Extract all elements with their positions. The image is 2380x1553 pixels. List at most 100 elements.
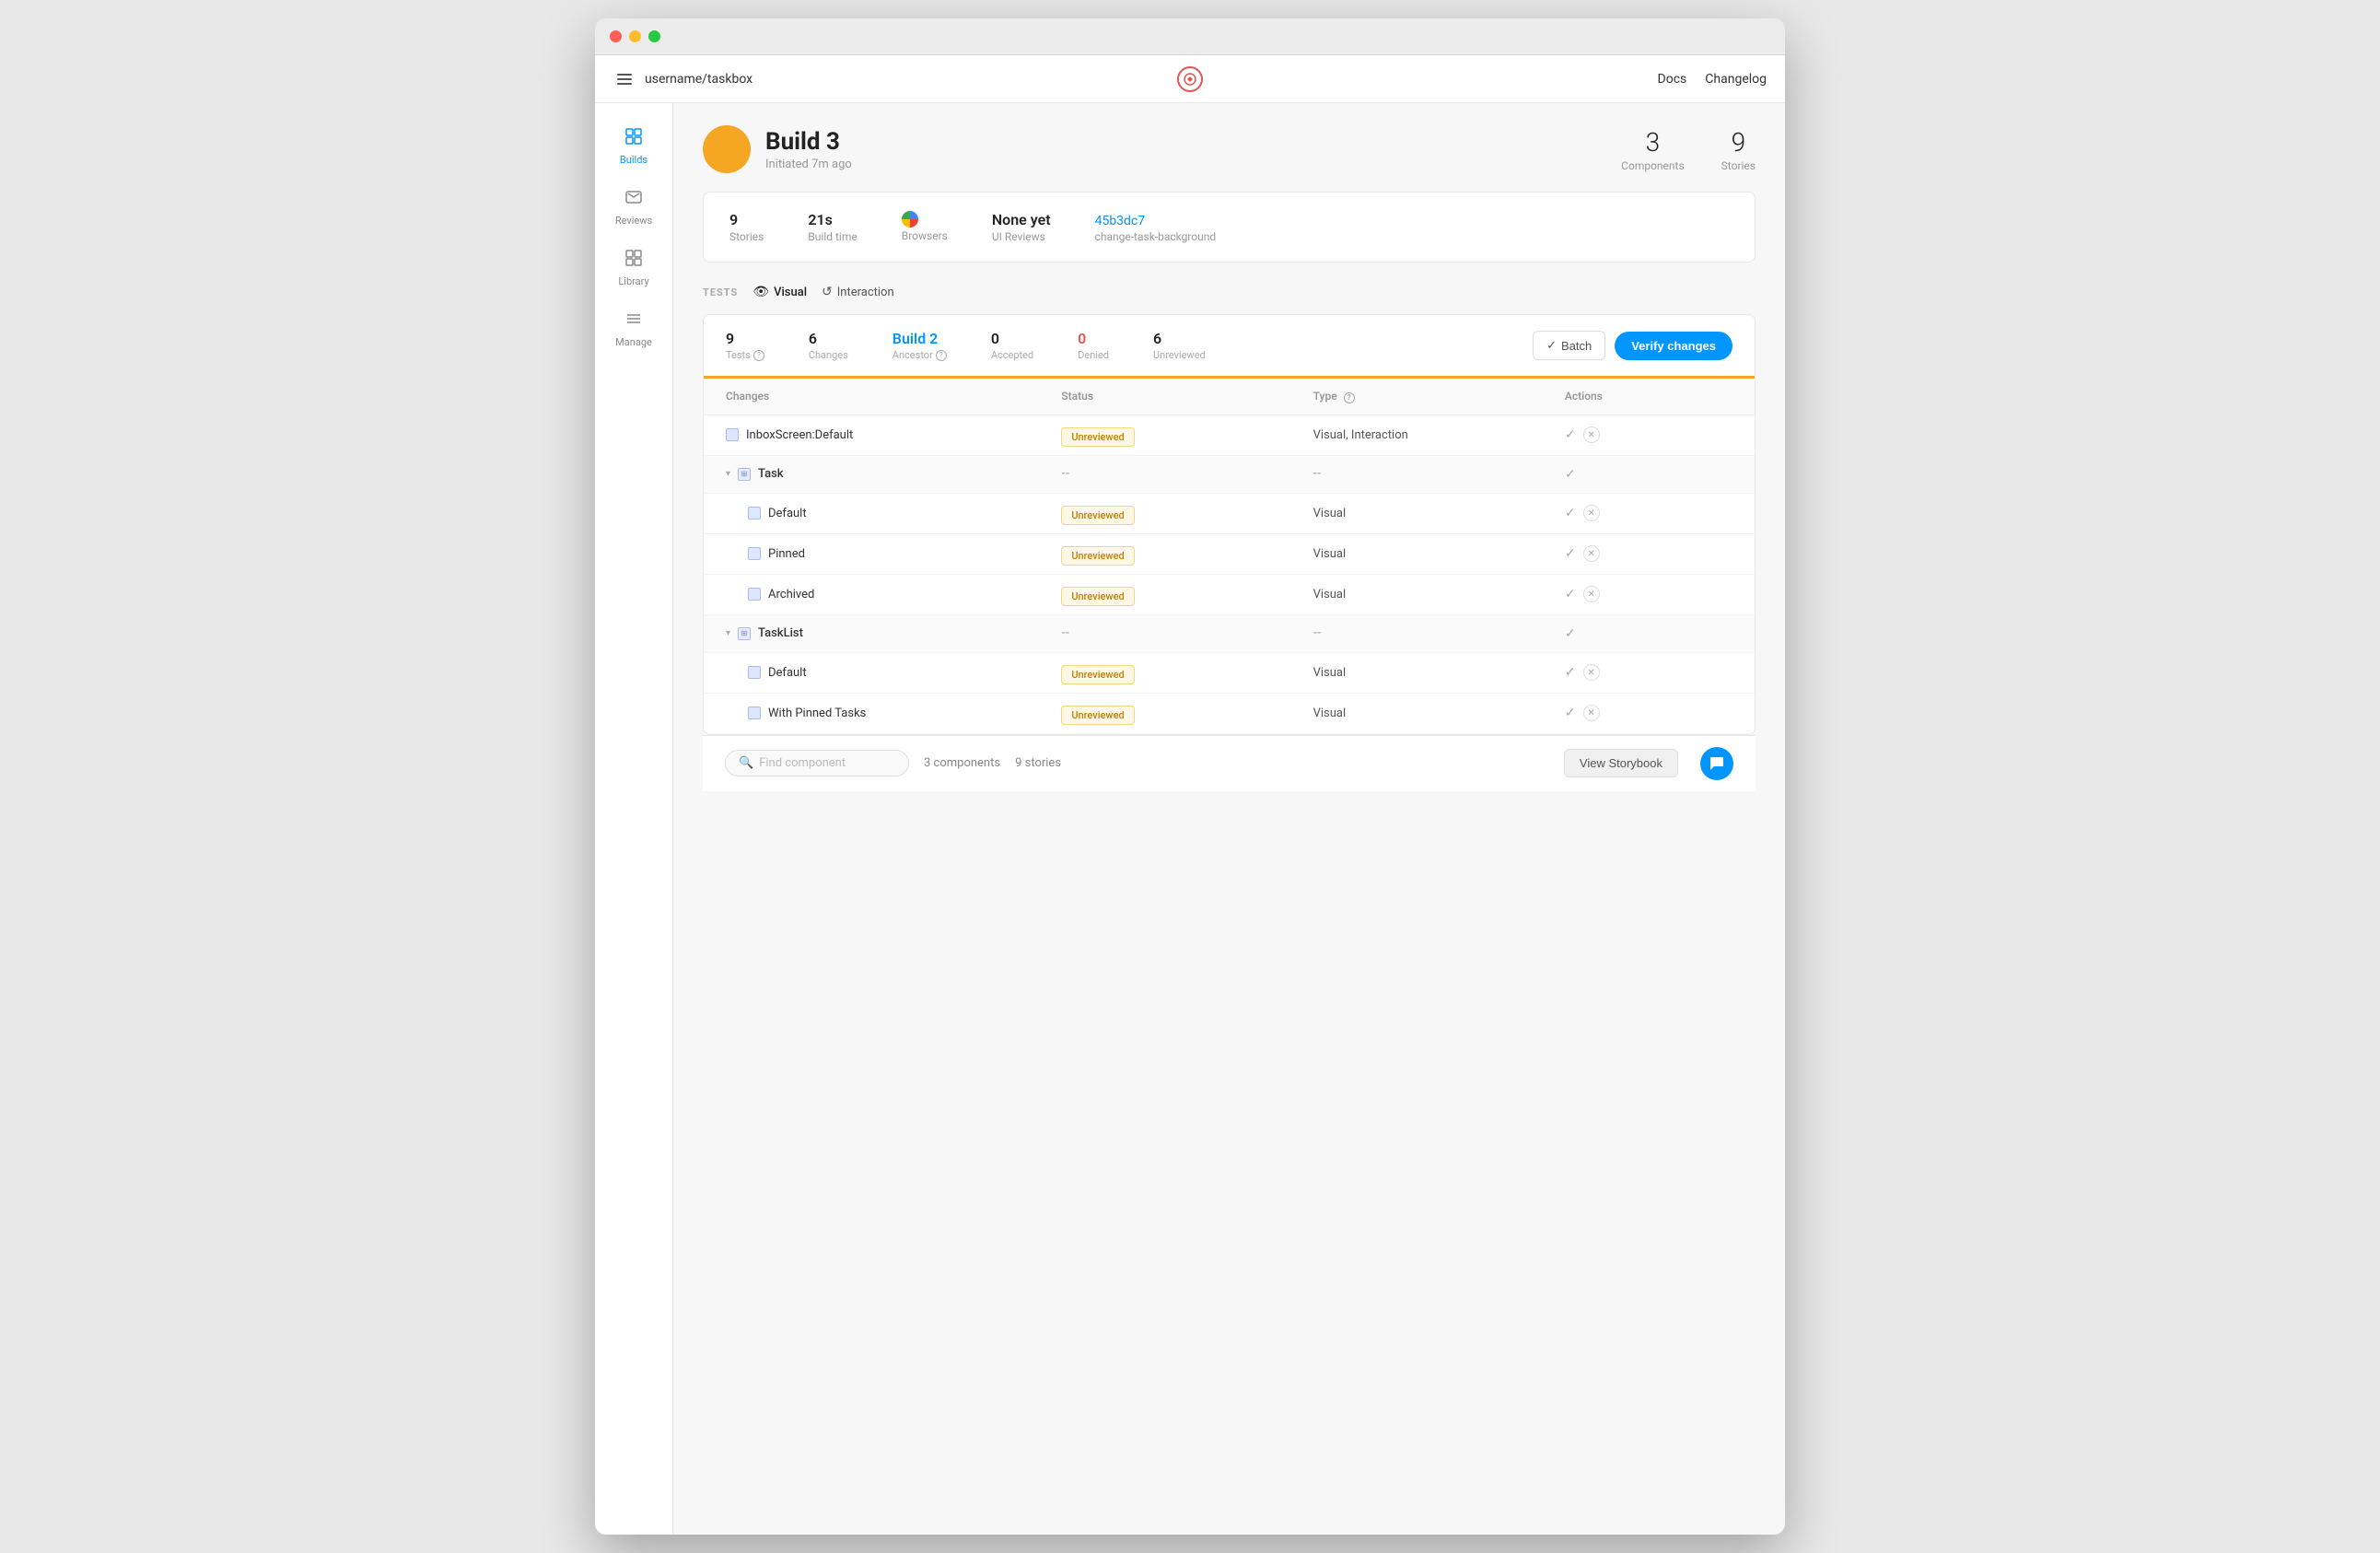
table-row: Pinned Unreviewed Visual ✓ ✕ xyxy=(704,534,1755,575)
change-name-task-pinned: Pinned xyxy=(726,547,1061,561)
component-icon xyxy=(748,547,761,560)
actions-tasklist-default: ✓ ✕ xyxy=(1565,664,1732,681)
status-tasklist-default: Unreviewed xyxy=(1061,664,1312,682)
changelog-link[interactable]: Changelog xyxy=(1705,72,1767,87)
tab-visual[interactable]: 👁 Visual xyxy=(752,285,807,299)
status-inbox: Unreviewed xyxy=(1061,426,1312,444)
accept-icon[interactable]: ✓ xyxy=(1565,706,1576,720)
tests-title: TESTS xyxy=(703,286,738,298)
unreviewed-badge: Unreviewed xyxy=(1061,706,1134,725)
actions-tasklist-pinned: ✓ ✕ xyxy=(1565,705,1732,721)
summary-accepted: 0 Accepted xyxy=(991,330,1033,361)
tests-card: 9 Tests ? 6 Changes Bu xyxy=(703,314,1756,735)
status-task-default: Unreviewed xyxy=(1061,505,1312,522)
nav-right: Docs Changelog xyxy=(1658,72,1767,87)
collapse-icon[interactable]: ▾ xyxy=(726,628,730,638)
change-name-task-default: Default xyxy=(726,507,1061,520)
sidebar: Builds Reviews xyxy=(595,103,673,1535)
stories-label: Stories xyxy=(1721,159,1756,172)
docs-link[interactable]: Docs xyxy=(1658,72,1687,87)
accept-icon[interactable]: ✓ xyxy=(1565,665,1576,680)
accept-icon[interactable]: ✓ xyxy=(1565,546,1576,561)
ui-reviews-value: None yet xyxy=(992,211,1051,228)
build-time-label: Build time xyxy=(808,230,857,243)
tests-header: TESTS 👁 Visual ↺ Interaction xyxy=(703,285,1756,299)
traffic-lights xyxy=(610,30,660,42)
deny-icon[interactable]: ✕ xyxy=(1583,545,1600,562)
unreviewed-badge: Unreviewed xyxy=(1061,587,1134,606)
build-subtitle: Initiated 7m ago xyxy=(765,158,852,171)
component-icon xyxy=(748,666,761,679)
titlebar xyxy=(595,18,1785,55)
sidebar-item-reviews[interactable]: Reviews xyxy=(595,179,672,236)
deny-icon[interactable]: ✕ xyxy=(1583,664,1600,681)
status-tasklist-pinned: Unreviewed xyxy=(1061,705,1312,722)
ancestor-label: Ancestor ? xyxy=(892,349,947,361)
ui-reviews-label: UI Reviews xyxy=(992,230,1051,243)
deny-icon[interactable]: ✕ xyxy=(1583,586,1600,602)
denied-label: Denied xyxy=(1078,349,1109,361)
verify-button[interactable]: Verify changes xyxy=(1615,332,1732,360)
find-input-container[interactable]: 🔍 Find component xyxy=(725,750,909,776)
browser-icons xyxy=(902,211,948,228)
accept-group-icon[interactable]: ✓ xyxy=(1565,626,1576,641)
sidebar-item-manage[interactable]: Manage xyxy=(595,300,672,357)
build-title: Build 3 xyxy=(765,128,852,156)
actions-task-pinned: ✓ ✕ xyxy=(1565,545,1732,562)
group-icon: ⊞ xyxy=(738,468,751,481)
accept-icon[interactable]: ✓ xyxy=(1565,427,1576,442)
actions-task-archived: ✓ ✕ xyxy=(1565,586,1732,602)
tab-visual-label: Visual xyxy=(774,286,807,299)
app-container: username/taskbox Docs Changelog xyxy=(595,55,1785,1535)
accept-group-icon[interactable]: ✓ xyxy=(1565,467,1576,482)
deny-icon[interactable]: ✕ xyxy=(1583,426,1600,443)
maximize-button[interactable] xyxy=(648,30,660,42)
sidebar-item-builds[interactable]: Builds xyxy=(595,118,672,175)
components-count: 3 xyxy=(1621,127,1685,158)
collapse-icon[interactable]: ▾ xyxy=(726,469,730,479)
status-task-archived: Unreviewed xyxy=(1061,586,1312,603)
actions-task-default: ✓ ✕ xyxy=(1565,505,1732,521)
denied-value: 0 xyxy=(1078,330,1109,347)
sidebar-item-library[interactable]: Library xyxy=(595,239,672,297)
view-storybook-button[interactable]: View Storybook xyxy=(1564,749,1678,777)
component-icon xyxy=(748,588,761,601)
change-name-task: ▾ ⊞ Task xyxy=(726,467,1061,481)
changes-label: Changes xyxy=(809,349,848,361)
table-row: With Pinned Tasks Unreviewed Visual ✓ ✕ xyxy=(704,694,1755,734)
batch-button[interactable]: ✓ Batch xyxy=(1533,331,1605,360)
actions-task: ✓ xyxy=(1565,467,1732,482)
build-stories-stat: 9 Stories xyxy=(1721,127,1756,172)
footer-components-count: 3 components xyxy=(924,756,1000,770)
header-type: Type ? xyxy=(1313,390,1565,403)
tab-interaction[interactable]: ↺ Interaction xyxy=(822,285,894,299)
group-icon: ⊞ xyxy=(738,627,751,640)
table-row: Default Unreviewed Visual ✓ ✕ xyxy=(704,494,1755,534)
nav-left: username/taskbox xyxy=(613,70,752,88)
accept-icon[interactable]: ✓ xyxy=(1565,587,1576,601)
components-label: Components xyxy=(1621,159,1685,172)
table-header: Changes Status Type ? Actions xyxy=(704,379,1755,415)
accept-icon[interactable]: ✓ xyxy=(1565,506,1576,520)
change-name-tasklist: ▾ ⊞ TaskList xyxy=(726,626,1061,640)
change-name-tasklist-pinned: With Pinned Tasks xyxy=(726,706,1061,720)
build-avatar xyxy=(703,125,751,173)
minimize-button[interactable] xyxy=(629,30,641,42)
interaction-icon: ↺ xyxy=(822,285,833,299)
tests-label: Tests ? xyxy=(726,349,764,361)
ancestor-value[interactable]: Build 2 xyxy=(892,330,947,347)
menu-button[interactable] xyxy=(613,70,636,88)
commit-link[interactable]: 45b3dc7 xyxy=(1095,214,1146,228)
chat-button[interactable] xyxy=(1700,747,1733,780)
deny-icon[interactable]: ✕ xyxy=(1583,705,1600,721)
unreviewed-badge: Unreviewed xyxy=(1061,546,1134,566)
close-button[interactable] xyxy=(610,30,622,42)
summary-unreviewed: 6 Unreviewed xyxy=(1153,330,1206,361)
builds-label: Builds xyxy=(620,154,648,166)
build-header-left: Build 3 Initiated 7m ago xyxy=(703,125,852,173)
tests-actions: ✓ Batch Verify changes xyxy=(1533,331,1732,360)
table-row: InboxScreen:Default Unreviewed Visual, I… xyxy=(704,415,1755,456)
manage-icon xyxy=(624,309,643,333)
unreviewed-label: Unreviewed xyxy=(1153,349,1206,361)
deny-icon[interactable]: ✕ xyxy=(1583,505,1600,521)
